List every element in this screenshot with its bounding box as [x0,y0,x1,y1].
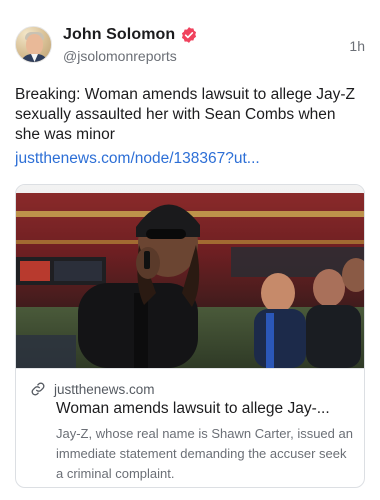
card-description: Jay-Z, whose real name is Shawn Carter, … [56,426,353,481]
post-header: John Solomon @jsolomonreports 1h [15,26,365,70]
link-preview-card[interactable]: justthenews.com Woman amends lawsuit to … [15,184,365,488]
author-name-row: John Solomon [63,26,198,44]
author-handle[interactable]: @jsolomonreports [63,48,177,64]
card-meta: justthenews.com Woman amends lawsuit to … [16,368,364,487]
stadium-photo [16,185,364,368]
link-icon [31,382,45,396]
author-name[interactable]: John Solomon [63,26,175,44]
card-image [16,185,364,368]
post-link[interactable]: justthenews.com/node/138367?ut... [15,150,260,168]
post-timestamp[interactable]: 1h [349,38,365,54]
card-domain-row: justthenews.com [30,381,155,397]
post-text: Breaking: Woman amends lawsuit to allege… [15,86,356,143]
card-domain: justthenews.com [54,381,155,397]
card-title[interactable]: Woman amends lawsuit to allege Jay-... [56,400,356,418]
author-avatar[interactable] [15,26,52,63]
verified-badge-icon [182,27,197,43]
